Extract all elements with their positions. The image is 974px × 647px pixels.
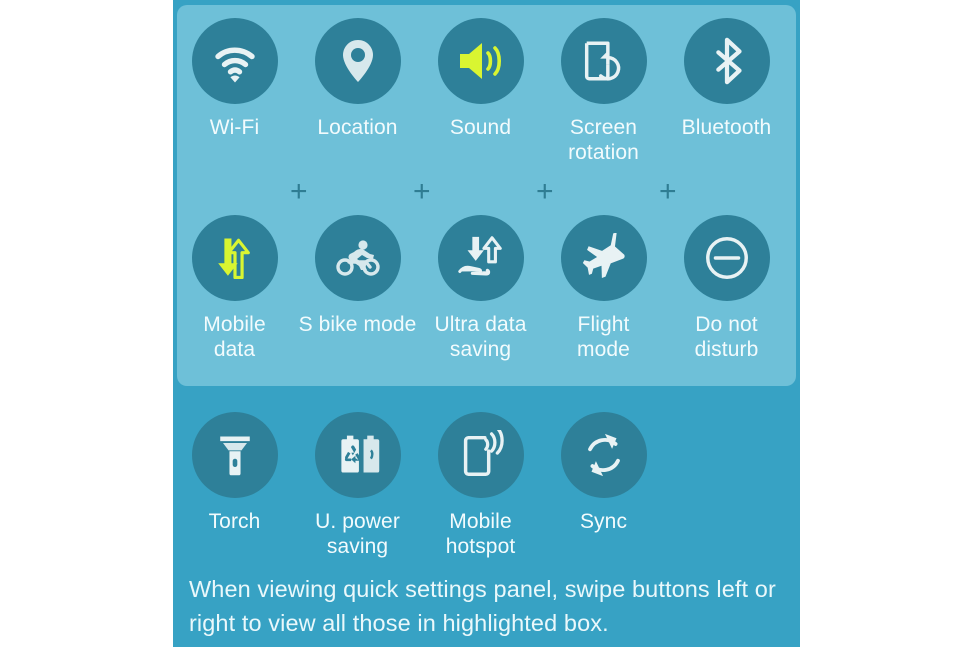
quick-setting-tile-location[interactable]: Location [296,18,419,165]
quick-setting-label: Flight mode [577,313,630,361]
quick-setting-tile-sound[interactable]: Sound [419,18,542,165]
quick-setting-label: Sound [449,116,512,139]
plus-separator-icon: + [290,175,308,208]
quick-setting-tile-screen-rotation[interactable]: Screen rotation [542,18,665,165]
quick-setting-label: Mobile data [203,313,266,361]
quick-setting-label: Ultra data saving [434,313,527,361]
quick-setting-tile-flight-mode[interactable]: Flight mode [542,215,665,362]
quick-settings-row-1: Wi-Fi Location Sound Screen rotation Blu… [173,18,800,165]
quick-setting-tile-wifi[interactable]: Wi-Fi [173,18,296,165]
flashlight-icon [191,412,278,498]
screenshot-root: Wi-Fi Location Sound Screen rotation Blu… [0,0,974,647]
mobile-hotspot-icon [437,412,524,498]
plus-separator-icon: + [536,175,554,208]
quick-setting-label: Wi-Fi [209,116,260,139]
quick-setting-tile-sync[interactable]: Sync [542,412,665,559]
panel-caption: When viewing quick settings panel, swipe… [189,576,776,636]
quick-setting-tile-u-power-saving[interactable]: U. power saving [296,412,419,559]
mobile-data-icon [191,215,278,301]
quick-setting-tile-torch[interactable]: Torch [173,412,296,559]
power-saving-icon [314,412,401,498]
plus-separator-icon: + [659,175,677,208]
quick-setting-tile-do-not-disturb[interactable]: Do not disturb [665,215,788,362]
location-pin-icon [314,18,401,104]
quick-setting-label: S bike mode [298,313,417,336]
quick-setting-label: Location [317,116,398,139]
quick-setting-label: Torch [208,510,261,533]
quick-settings-row-2: Mobile data S bike mode Ultra data savin… [173,215,800,362]
ultra-data-saving-icon [437,215,524,301]
plus-separator-icon: + [413,175,431,208]
quick-setting-label: Do not disturb [694,313,759,361]
quick-setting-label: Mobile hotspot [445,510,516,558]
quick-setting-label: Bluetooth [681,116,772,139]
sound-speaker-icon [437,18,524,104]
quick-setting-label: Screen rotation [568,116,639,164]
airplane-icon [560,215,647,301]
do-not-disturb-icon [683,215,770,301]
motorcycle-icon [314,215,401,301]
quick-setting-tile-s-bike-mode[interactable]: S bike mode [296,215,419,362]
screen-rotation-icon [560,18,647,104]
quick-setting-tile-ultra-data-saving[interactable]: Ultra data saving [419,215,542,362]
tile-separators: + + + + [173,175,800,208]
quick-settings-row-3: Torch U. power saving Mobile hotspot Syn… [173,412,800,559]
quick-setting-tile-mobile-hotspot[interactable]: Mobile hotspot [419,412,542,559]
sync-icon [560,412,647,498]
bluetooth-icon [683,18,770,104]
wifi-icon [191,18,278,104]
quick-setting-label: U. power saving [315,510,400,558]
quick-setting-tile-mobile-data[interactable]: Mobile data [173,215,296,362]
quick-settings-panel: Wi-Fi Location Sound Screen rotation Blu… [173,0,800,647]
quick-setting-tile-bluetooth[interactable]: Bluetooth [665,18,788,165]
quick-setting-label: Sync [579,510,628,533]
